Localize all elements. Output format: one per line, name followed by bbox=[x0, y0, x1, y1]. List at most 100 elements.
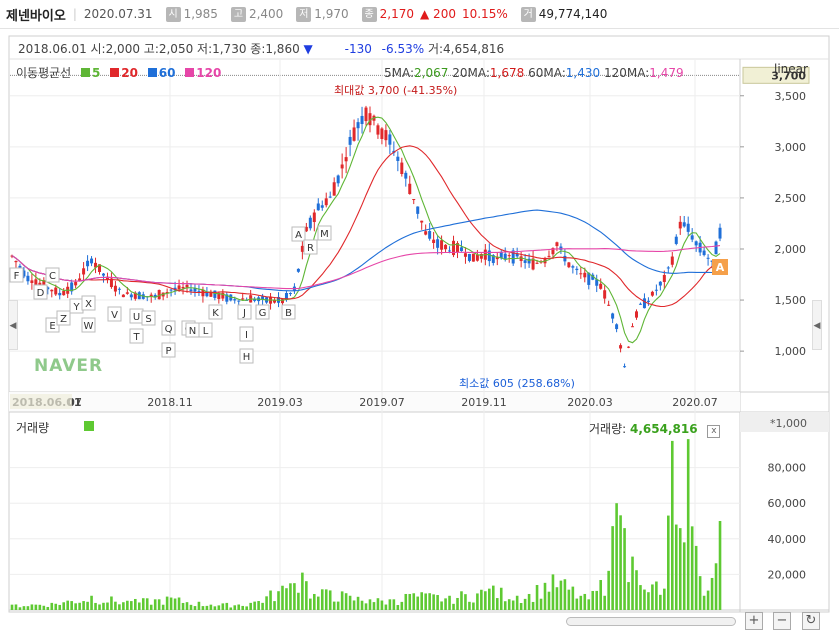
scroll-right-icon[interactable]: ◀ bbox=[812, 300, 822, 350]
candle-body bbox=[169, 289, 173, 291]
chart-frame bbox=[8, 35, 830, 613]
candle-body bbox=[416, 206, 420, 214]
candle-body bbox=[125, 292, 129, 294]
ma5-swatch bbox=[81, 68, 91, 77]
volume-bar bbox=[316, 596, 320, 610]
zoom-in-button[interactable]: + bbox=[745, 612, 763, 630]
candle-body bbox=[400, 162, 404, 175]
price-tick-label: 3,500 bbox=[775, 90, 807, 103]
event-marker-label: I bbox=[245, 330, 248, 341]
candle-body bbox=[682, 222, 686, 227]
candle-body bbox=[58, 292, 62, 296]
volume-bar bbox=[10, 604, 14, 610]
volume-bar bbox=[615, 503, 618, 610]
volume-bar bbox=[706, 590, 710, 610]
candle-body bbox=[579, 273, 583, 275]
volume-bar bbox=[141, 598, 145, 610]
candle-body bbox=[523, 260, 527, 263]
down-arrow-icon: ▼ bbox=[303, 42, 313, 56]
candle-body bbox=[718, 227, 722, 239]
volume-bar bbox=[503, 601, 507, 610]
volume-bar bbox=[130, 601, 133, 610]
volume-bar bbox=[66, 600, 69, 610]
ma120-line bbox=[11, 245, 721, 290]
candle-body bbox=[503, 253, 507, 259]
candle-body bbox=[185, 284, 189, 288]
volume-bar bbox=[567, 589, 571, 610]
volume-bar bbox=[619, 515, 622, 610]
candle-body bbox=[555, 242, 559, 247]
latest-event-badge-label: A bbox=[716, 261, 725, 274]
volume-bar bbox=[460, 591, 463, 610]
candle-body bbox=[360, 115, 364, 125]
volume-bar bbox=[480, 589, 483, 610]
volume-bar bbox=[440, 601, 443, 610]
volume-bar bbox=[384, 604, 388, 610]
naver-watermark: NAVER bbox=[34, 356, 104, 376]
volume-bar bbox=[519, 603, 523, 610]
volume-bar bbox=[253, 601, 256, 610]
candle-body bbox=[535, 262, 539, 264]
reset-button[interactable]: ↻ bbox=[802, 612, 820, 630]
event-marker-label: K bbox=[212, 308, 219, 319]
candle-body bbox=[670, 256, 674, 265]
volume-bar bbox=[201, 606, 205, 610]
candle-body bbox=[694, 241, 698, 246]
volume-bar bbox=[495, 598, 499, 610]
volume-bar bbox=[22, 606, 26, 610]
candle-body bbox=[14, 260, 18, 263]
volume-bar bbox=[153, 599, 157, 610]
candle-body bbox=[241, 298, 245, 300]
volume-bar bbox=[364, 603, 368, 610]
volume-bar bbox=[647, 592, 650, 610]
volume-bar bbox=[249, 602, 252, 610]
volume-bar bbox=[14, 604, 18, 610]
candle-body bbox=[471, 253, 475, 262]
candle-body bbox=[714, 241, 718, 255]
event-marker-label: P bbox=[165, 346, 171, 357]
volume-bar bbox=[233, 605, 237, 610]
volume-bar bbox=[424, 593, 427, 610]
candle-body bbox=[233, 299, 237, 301]
candle-body bbox=[459, 247, 463, 251]
volume-bar bbox=[547, 591, 551, 610]
scroll-left-icon[interactable]: ◀ bbox=[8, 300, 18, 350]
candle-body bbox=[320, 205, 324, 208]
scale-toggle[interactable]: linear bbox=[774, 62, 808, 76]
volume-bar bbox=[30, 604, 34, 610]
volume-bar bbox=[611, 526, 614, 610]
candle-body bbox=[559, 246, 563, 250]
volume-bar bbox=[18, 607, 22, 610]
time-tick-label: 2018.11 bbox=[147, 396, 193, 409]
candle-body bbox=[380, 128, 384, 139]
candle-body bbox=[340, 164, 344, 169]
volume-bar bbox=[360, 600, 364, 610]
candle-body bbox=[62, 290, 66, 296]
candle-body bbox=[654, 289, 658, 291]
volume-bar bbox=[515, 595, 519, 610]
volume-bar bbox=[241, 605, 245, 610]
volume-bar bbox=[356, 596, 360, 610]
volume-bar bbox=[710, 577, 714, 610]
candle-body bbox=[74, 282, 78, 286]
candle-body bbox=[86, 260, 90, 267]
volume-bar bbox=[157, 599, 161, 610]
time-scrollbar[interactable] bbox=[566, 617, 736, 626]
volume-swatch bbox=[84, 421, 94, 431]
zoom-out-button[interactable]: − bbox=[773, 612, 791, 630]
volume-bar bbox=[205, 605, 209, 610]
volume-bar bbox=[193, 606, 197, 610]
volume-bar bbox=[313, 593, 316, 610]
close-icon[interactable]: x bbox=[707, 425, 721, 438]
volume-bar bbox=[368, 599, 372, 610]
volume-bar bbox=[527, 593, 531, 610]
ma20-line bbox=[11, 145, 721, 308]
volume-bar bbox=[579, 595, 583, 610]
event-marker-label: Y bbox=[72, 302, 80, 313]
volume-bar bbox=[332, 601, 336, 610]
event-marker-label: Z bbox=[60, 314, 67, 325]
event-marker-label: V bbox=[111, 310, 118, 321]
volume-bar bbox=[428, 593, 431, 610]
volume-bar bbox=[181, 602, 185, 610]
volume-bar bbox=[388, 599, 392, 610]
